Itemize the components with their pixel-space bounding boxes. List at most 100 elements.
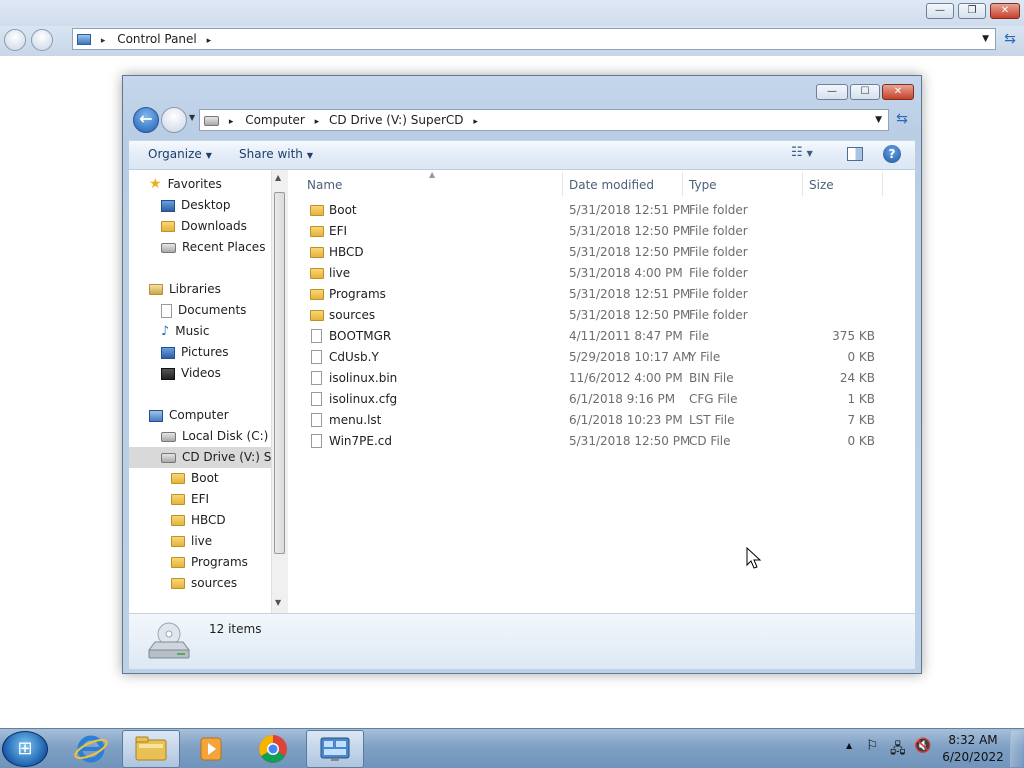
forward-button[interactable] xyxy=(161,107,187,133)
preview-pane-icon[interactable] xyxy=(847,147,863,161)
refresh-icon[interactable]: ⇆ xyxy=(891,109,913,131)
bg-minimize-button[interactable]: — xyxy=(926,3,954,19)
nav-recent-places[interactable]: Recent Places xyxy=(161,237,265,258)
chevron-right-icon: ▸ xyxy=(473,117,478,127)
nav-folder-sources[interactable]: sources xyxy=(171,573,237,594)
nav-label: sources xyxy=(191,576,238,590)
show-hidden-icons-button[interactable]: ▲ xyxy=(846,741,852,750)
chevron-down-icon[interactable]: ▼ xyxy=(982,29,989,49)
nav-folder-boot[interactable]: Boot xyxy=(171,468,219,489)
action-center-flag-icon[interactable]: ⚐ xyxy=(866,738,879,754)
nav-folder-hbcd[interactable]: HBCD xyxy=(171,510,226,531)
nav-folder-live[interactable]: live xyxy=(171,531,212,552)
nav-label: Pictures xyxy=(181,345,229,359)
nav-videos[interactable]: Videos xyxy=(161,363,221,384)
file-date: 11/6/2012 4:00 PM xyxy=(569,371,683,385)
start-button[interactable]: ⊞ xyxy=(2,731,48,767)
file-type: File folder xyxy=(689,224,748,238)
nav-label: CD Drive (V:) Sup xyxy=(182,450,271,464)
nav-favorites[interactable]: ★ Favorites xyxy=(149,174,222,195)
file-row[interactable]: isolinux.cfg 6/1/2018 9:16 PM CFG File 1 KB xyxy=(289,389,889,410)
content-area: ★ Favorites Desktop Downloads Recent Plac… xyxy=(129,170,915,613)
column-header-name[interactable]: Name xyxy=(307,178,342,192)
hard-drive-icon xyxy=(161,431,176,442)
taskbar-windows-explorer[interactable] xyxy=(122,730,180,768)
bg-close-button[interactable]: ✕ xyxy=(990,3,1020,19)
file-row[interactable]: HBCD 5/31/2018 12:50 PM File folder xyxy=(289,242,889,263)
address-bar[interactable]: ▸ Computer ▸ CD Drive (V:) SuperCD ▸ ▼ xyxy=(199,109,889,131)
volume-muted-icon[interactable]: 🔇 xyxy=(914,738,931,754)
column-divider[interactable] xyxy=(562,172,563,196)
nav-label: Downloads xyxy=(181,219,247,233)
file-date: 5/31/2018 12:51 PM xyxy=(569,287,691,301)
nav-music[interactable]: ♪ Music xyxy=(161,321,209,342)
taskbar-internet-explorer[interactable] xyxy=(62,730,120,768)
folder-icon xyxy=(171,536,185,547)
file-row[interactable]: live 5/31/2018 4:00 PM File folder xyxy=(289,263,889,284)
close-button[interactable]: ✕ xyxy=(882,84,914,100)
scroll-up-arrow-icon[interactable]: ▲ xyxy=(275,173,281,182)
organize-button[interactable]: Organize ▼ xyxy=(148,147,212,161)
minimize-button[interactable]: — xyxy=(816,84,848,100)
breadcrumb-computer[interactable]: Computer xyxy=(245,113,305,127)
maximize-button[interactable]: ☐ xyxy=(850,84,880,100)
file-row[interactable]: BOOTMGR 4/11/2011 8:47 PM File 375 KB xyxy=(289,326,889,347)
taskbar-media-player[interactable] xyxy=(182,730,240,768)
nav-pictures[interactable]: Pictures xyxy=(161,342,229,363)
network-icon[interactable]: 🖧 xyxy=(890,738,906,762)
nav-scrollbar[interactable]: ▲ ▼ xyxy=(271,170,288,613)
computer-icon xyxy=(149,409,163,422)
column-header-date[interactable]: Date modified xyxy=(569,178,654,192)
file-row[interactable]: CdUsb.Y 5/29/2018 10:17 AM Y File 0 KB xyxy=(289,347,889,368)
column-divider[interactable] xyxy=(682,172,683,196)
file-row[interactable]: Win7PE.cd 5/31/2018 12:50 PM CD File 0 KB xyxy=(289,431,889,452)
bg-back-button[interactable] xyxy=(4,29,26,51)
bg-restore-button[interactable]: ❐ xyxy=(958,3,986,19)
nav-documents[interactable]: Documents xyxy=(161,300,246,321)
file-name: HBCD xyxy=(329,245,364,259)
nav-folder-programs[interactable]: Programs xyxy=(171,552,248,573)
share-with-label: Share with xyxy=(239,147,303,161)
views-button[interactable]: ☷ ▼ xyxy=(791,145,813,160)
clock-time[interactable]: 8:32 AM xyxy=(946,733,1000,747)
nav-desktop[interactable]: Desktop xyxy=(161,195,231,216)
file-row[interactable]: isolinux.bin 11/6/2012 4:00 PM BIN File 24 … xyxy=(289,368,889,389)
breadcrumb-cd-drive[interactable]: CD Drive (V:) SuperCD xyxy=(329,113,463,127)
file-row[interactable]: Programs 5/31/2018 12:51 PM File folder xyxy=(289,284,889,305)
file-row[interactable]: EFI 5/31/2018 12:50 PM File folder xyxy=(289,221,889,242)
nav-libraries[interactable]: Libraries xyxy=(149,279,221,300)
file-row[interactable]: Boot 5/31/2018 12:51 PM File folder xyxy=(289,200,889,221)
file-type: File folder xyxy=(689,308,748,322)
column-divider[interactable] xyxy=(802,172,803,196)
file-name: Programs xyxy=(329,287,386,301)
file-row[interactable]: sources 5/31/2018 12:50 PM File folder xyxy=(289,305,889,326)
taskbar-chrome[interactable] xyxy=(244,730,302,768)
nav-downloads[interactable]: Downloads xyxy=(161,216,247,237)
bg-address-bar[interactable]: ▸ Control Panel ▸ ▼ xyxy=(72,28,996,50)
file-date: 5/29/2018 10:17 AM xyxy=(569,350,692,364)
recent-places-icon xyxy=(161,242,176,253)
scroll-down-arrow-icon[interactable]: ▼ xyxy=(275,598,281,607)
back-button[interactable]: ← xyxy=(133,107,159,133)
nav-label: Music xyxy=(175,324,210,338)
share-with-button[interactable]: Share with ▼ xyxy=(239,147,313,161)
file-icon xyxy=(311,413,322,427)
chevron-down-icon[interactable]: ▼ xyxy=(875,110,882,130)
nav-computer[interactable]: Computer xyxy=(149,405,229,426)
scrollbar-thumb[interactable] xyxy=(274,192,285,554)
chevron-right-icon: ▸ xyxy=(314,117,320,127)
nav-cd-drive[interactable]: CD Drive (V:) Sup xyxy=(129,447,271,468)
column-header-type[interactable]: Type xyxy=(689,178,717,192)
column-divider[interactable] xyxy=(882,172,883,196)
help-icon[interactable]: ? xyxy=(883,145,901,163)
taskbar-control-panel[interactable] xyxy=(306,730,364,768)
bg-forward-button[interactable] xyxy=(31,29,53,51)
file-row[interactable]: menu.lst 6/1/2018 10:23 PM LST File 7 KB xyxy=(289,410,889,431)
column-header-size[interactable]: Size xyxy=(809,178,834,192)
nav-folder-efi[interactable]: EFI xyxy=(171,489,209,510)
show-desktop-button[interactable] xyxy=(1010,731,1023,767)
refresh-icon[interactable]: ⇆ xyxy=(999,29,1021,51)
nav-local-disk[interactable]: Local Disk (C:) xyxy=(161,426,268,447)
recent-pages-icon[interactable]: ▼ xyxy=(189,113,195,122)
clock-date[interactable]: 6/20/2022 xyxy=(942,750,1004,764)
